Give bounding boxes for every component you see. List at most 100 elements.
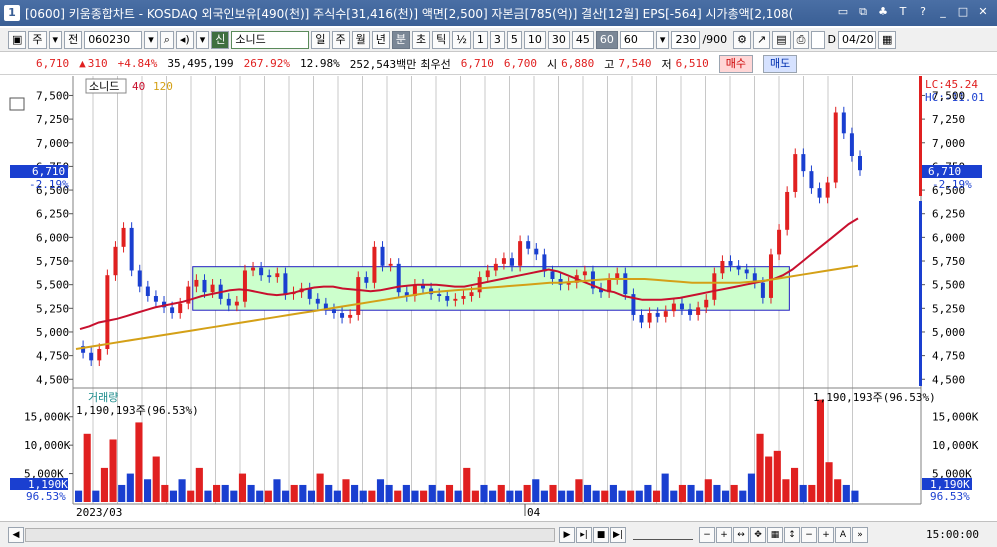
interval-dropdown-icon[interactable]: ▾ xyxy=(655,30,670,49)
sound-dropdown-icon[interactable]: ▾ xyxy=(195,30,210,49)
draw-icon[interactable]: ↗ xyxy=(753,30,771,49)
volume-bar xyxy=(592,490,600,502)
interval-30[interactable]: 30 xyxy=(547,30,570,49)
new-listing-tag: 신 xyxy=(211,30,230,49)
grid-icon[interactable]: ▦ xyxy=(767,526,783,543)
stock-code-input[interactable]: 060230 xyxy=(84,30,143,49)
candle-body xyxy=(356,277,361,315)
step-icon[interactable]: ▸| xyxy=(576,526,592,543)
interval-3[interactable]: 3 xyxy=(489,30,505,49)
sound-icon[interactable]: ◂) xyxy=(175,30,194,49)
volume-bar xyxy=(661,473,669,502)
candle-body xyxy=(825,182,830,198)
candle-body xyxy=(542,254,547,272)
interval-60[interactable]: 60 xyxy=(595,30,618,49)
candle-body xyxy=(704,299,709,308)
close-button[interactable]: ✕ xyxy=(975,4,991,20)
table-icon[interactable] xyxy=(9,97,25,111)
plus-icon[interactable]: + xyxy=(818,526,834,543)
window-tile-icon[interactable]: ▭ xyxy=(835,4,851,20)
window-text-icon[interactable]: T xyxy=(895,4,911,20)
count-input[interactable]: 230 xyxy=(671,30,701,49)
sell-button[interactable]: 매도 xyxy=(762,54,798,73)
interval-1[interactable]: 1 xyxy=(472,30,488,49)
period-year[interactable]: 년 xyxy=(371,30,390,49)
current-pct-right: -2.19% xyxy=(932,178,972,191)
price-tick-label-left: 7,250 xyxy=(36,113,69,126)
save-icon[interactable]: ▤ xyxy=(772,30,791,49)
fit-icon[interactable]: ↔ xyxy=(733,526,749,543)
volume-bar xyxy=(523,484,531,502)
price-tick-label-left: 6,000 xyxy=(36,231,69,244)
interval-5[interactable]: 5 xyxy=(506,30,522,49)
candle-body xyxy=(510,258,515,266)
zoom-slider[interactable] xyxy=(633,530,693,540)
font-icon[interactable]: A xyxy=(835,526,851,543)
calendar-icon[interactable]: ▦ xyxy=(877,30,897,49)
candle-body xyxy=(647,313,652,323)
minimize-button[interactable]: _ xyxy=(935,4,951,20)
period-day[interactable]: 일 xyxy=(311,30,330,49)
half-button[interactable]: ½ xyxy=(452,30,471,49)
volume-bar xyxy=(756,433,764,502)
volume-bar xyxy=(402,484,410,502)
interval-input[interactable]: 60 xyxy=(619,30,654,49)
interval-45[interactable]: 45 xyxy=(571,30,594,49)
volume-bar xyxy=(566,490,574,502)
candle-body xyxy=(688,309,693,315)
code-dropdown-icon[interactable]: ▾ xyxy=(144,30,158,49)
candle-body xyxy=(841,112,846,134)
volume-bar xyxy=(713,484,721,502)
candle-body xyxy=(809,171,814,189)
zoom-out-icon[interactable]: − xyxy=(699,526,715,543)
maximize-button[interactable]: □ xyxy=(955,4,971,20)
print-icon[interactable]: ⎙ xyxy=(792,30,810,49)
stop-icon[interactable]: ■ xyxy=(593,526,609,543)
period-month[interactable]: 월 xyxy=(351,30,370,49)
date-checkbox[interactable] xyxy=(811,30,826,49)
best-ask: 6,710 xyxy=(460,57,494,70)
turnover-rate: 12.98% xyxy=(299,57,340,70)
candle-body xyxy=(736,265,741,270)
window-link-icon[interactable]: ♣ xyxy=(875,4,891,20)
period-second[interactable]: 초 xyxy=(412,30,431,49)
period-week[interactable]: 주 xyxy=(331,30,350,49)
candle-body xyxy=(194,279,199,287)
search-icon[interactable]: ⌕ xyxy=(159,30,174,49)
buy-button[interactable]: 매수 xyxy=(718,54,753,73)
volume-bar xyxy=(644,484,652,502)
period-minute[interactable]: 분 xyxy=(391,30,410,49)
volume-value-left: 1,190,193주(96.53%) xyxy=(76,404,199,417)
date-input[interactable]: 04/20 xyxy=(837,30,876,49)
candle-body xyxy=(372,246,377,283)
period-select[interactable]: 주 xyxy=(28,30,47,49)
move-icon[interactable]: ✥ xyxy=(750,526,766,543)
price-chart[interactable]: 소니드 40 120 LC:45.24 HC:-11.01 거래량 1,190,… xyxy=(0,76,997,522)
minus-icon[interactable]: − xyxy=(801,526,817,543)
help-icon[interactable]: ? xyxy=(915,4,931,20)
candle-body xyxy=(275,273,280,278)
period-dropdown-icon[interactable]: ▾ xyxy=(48,30,63,49)
candle-body xyxy=(858,156,862,171)
end-icon[interactable]: ▶| xyxy=(610,526,626,543)
legend-stock-name: 소니드 xyxy=(89,80,119,93)
trade-amount: 252,543백만 xyxy=(349,57,417,71)
scroll-left-icon[interactable]: ◀ xyxy=(8,526,24,543)
zoom-in-icon[interactable]: + xyxy=(716,526,732,543)
volume-bar xyxy=(385,484,393,502)
vertical-icon[interactable]: ↕ xyxy=(784,526,800,543)
interval-10[interactable]: 10 xyxy=(523,30,546,49)
volume-bar xyxy=(790,467,799,502)
play-icon[interactable]: ▶ xyxy=(559,526,575,543)
candle-body xyxy=(582,271,587,276)
layout-icon[interactable]: ▣ xyxy=(8,30,27,49)
candle-body xyxy=(283,273,288,295)
chevron-icon[interactable]: » xyxy=(852,526,868,543)
settings-icon[interactable]: ⚙ xyxy=(733,30,752,49)
volume-bar xyxy=(299,484,307,502)
window-cascade-icon[interactable]: ⧉ xyxy=(855,4,871,20)
prev-button[interactable]: 전 xyxy=(64,30,83,49)
scroll-track[interactable] xyxy=(25,527,555,542)
period-tick[interactable]: 틱 xyxy=(432,30,451,49)
candle-body xyxy=(833,112,838,183)
